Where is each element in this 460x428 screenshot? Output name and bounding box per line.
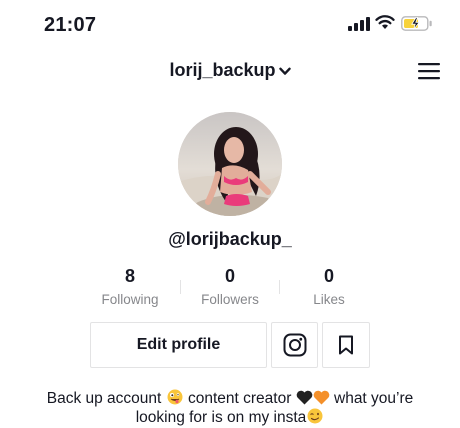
edit-profile-button[interactable]: Edit profile <box>90 322 267 368</box>
wifi-icon <box>375 15 395 29</box>
stat-label: Followers <box>201 292 259 307</box>
profile-stats: 8 Following 0 Followers 0 Likes <box>0 266 460 308</box>
profile-handle: @lorijbackup_ <box>168 229 292 249</box>
account-username: lorij_backup <box>169 60 276 80</box>
status-time: 21:07 <box>44 14 97 36</box>
favorites-button[interactable] <box>322 322 370 368</box>
profile-actions: Edit profile <box>0 322 460 370</box>
account-switcher[interactable]: lorij_backup <box>0 60 460 81</box>
status-bar: 21:07 <box>0 0 460 50</box>
zany-face-emoji-icon <box>167 389 183 405</box>
avatar-photo <box>178 112 282 216</box>
stat-label: Following <box>101 292 159 307</box>
orange-heart-emoji-icon <box>313 390 329 405</box>
bio-text: Back up account <box>46 390 162 407</box>
stat-likes[interactable]: 0 Likes <box>279 266 379 307</box>
chevron-down-icon <box>278 67 291 75</box>
bio-text: what you’re <box>334 390 414 407</box>
black-heart-emoji-icon <box>296 390 312 405</box>
stat-following[interactable]: 8 Following <box>80 266 180 307</box>
profile-bio: Back up account content creator what you… <box>20 389 440 427</box>
instagram-icon <box>283 333 306 357</box>
stat-value: 8 <box>124 266 135 286</box>
bio-text: content creator <box>187 390 292 407</box>
winking-face-emoji-icon <box>307 408 323 424</box>
hamburger-menu-icon[interactable] <box>418 62 440 80</box>
battery-charging-icon <box>401 16 432 31</box>
bookmark-icon <box>339 335 353 355</box>
instagram-button[interactable] <box>271 322 318 368</box>
bio-text: looking for is on my insta <box>135 409 307 426</box>
stat-label: Likes <box>313 292 345 307</box>
profile-avatar[interactable] <box>178 112 282 216</box>
stat-value: 0 <box>323 266 334 286</box>
stat-value: 0 <box>224 266 235 286</box>
cellular-signal-icon <box>348 17 370 31</box>
stat-followers[interactable]: 0 Followers <box>180 266 280 307</box>
profile-header: lorij_backup <box>0 56 460 88</box>
